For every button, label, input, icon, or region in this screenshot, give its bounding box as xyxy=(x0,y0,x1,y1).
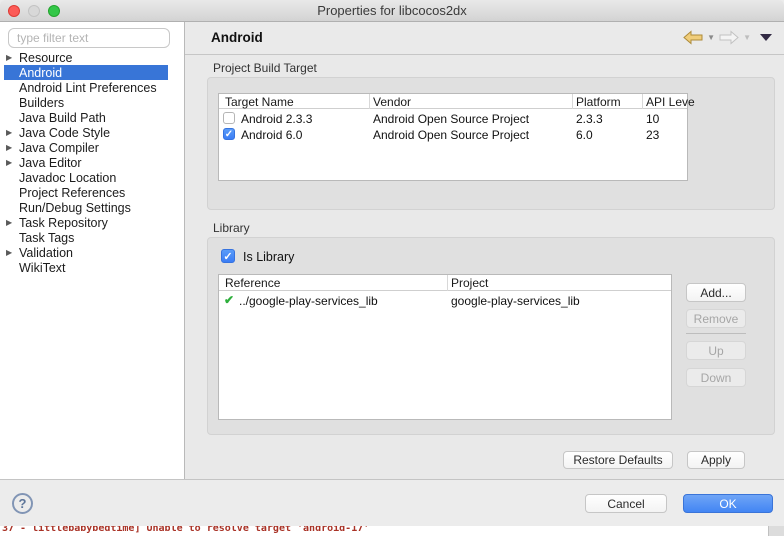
expand-arrow-icon[interactable]: ▶ xyxy=(6,128,19,137)
table-row[interactable]: ✔ ../google-play-services_lib google-pla… xyxy=(219,293,671,309)
col-vendor[interactable]: Vendor xyxy=(373,95,411,109)
sidebar-item-project-references[interactable]: Project References xyxy=(0,185,184,200)
table-row[interactable]: ✓ Android 6.0 Android Open Source Projec… xyxy=(219,127,687,143)
apply-button[interactable]: Apply xyxy=(687,451,745,469)
up-button: Up xyxy=(686,341,746,360)
expand-arrow-icon[interactable]: ▶ xyxy=(6,53,19,62)
expand-arrow-icon[interactable]: ▶ xyxy=(6,158,19,167)
col-platform[interactable]: Platform xyxy=(576,95,621,109)
col-reference[interactable]: Reference xyxy=(225,276,280,290)
sidebar-item-android-lint-preferences[interactable]: Android Lint Preferences xyxy=(0,80,184,95)
sidebar-item-builders[interactable]: Builders xyxy=(0,95,184,110)
ok-button[interactable]: OK xyxy=(683,494,773,513)
col-target-name[interactable]: Target Name xyxy=(225,95,294,109)
restore-defaults-button[interactable]: Restore Defaults xyxy=(563,451,673,469)
expand-arrow-icon[interactable]: ▶ xyxy=(6,248,19,257)
col-project[interactable]: Project xyxy=(451,276,488,290)
target-checkbox[interactable] xyxy=(223,112,235,124)
zoom-window-button[interactable] xyxy=(48,5,60,17)
build-target-group-label: Project Build Target xyxy=(213,61,317,75)
console-scrollbar[interactable] xyxy=(768,526,784,536)
forward-history-dropdown-icon: ▼ xyxy=(743,33,751,42)
sidebar-item-java-code-style[interactable]: ▶Java Code Style xyxy=(0,125,184,140)
view-menu-icon[interactable] xyxy=(760,34,772,41)
back-history-dropdown-icon[interactable]: ▼ xyxy=(707,33,715,42)
properties-sidebar: ▶Resource Android Android Lint Preferenc… xyxy=(0,22,184,479)
sidebar-item-java-build-path[interactable]: Java Build Path xyxy=(0,110,184,125)
target-checkbox[interactable]: ✓ xyxy=(223,128,235,140)
add-button[interactable]: Add... xyxy=(686,283,746,302)
sidebar-item-task-repository[interactable]: ▶Task Repository xyxy=(0,215,184,230)
properties-tree: ▶Resource Android Android Lint Preferenc… xyxy=(0,50,184,275)
page-title: Android xyxy=(211,30,263,45)
window-title: Properties for libcocos2dx xyxy=(317,3,467,18)
console-strip: 37 - littlebabybedtime] Unable to resolv… xyxy=(0,526,784,536)
button-separator xyxy=(686,333,746,334)
library-table: Reference Project ✔ ../google-play-servi… xyxy=(218,274,672,420)
sidebar-item-java-compiler[interactable]: ▶Java Compiler xyxy=(0,140,184,155)
console-error-text: 37 - littlebabybedtime] Unable to resolv… xyxy=(2,526,369,534)
close-window-button[interactable] xyxy=(8,5,20,17)
sidebar-item-java-editor[interactable]: ▶Java Editor xyxy=(0,155,184,170)
table-row[interactable]: Android 2.3.3 Android Open Source Projec… xyxy=(219,111,687,127)
minimize-window-button xyxy=(28,5,40,17)
build-target-table: Target Name Vendor Platform API Leve And… xyxy=(218,93,688,181)
col-api-level[interactable]: API Leve xyxy=(646,95,695,109)
traffic-lights xyxy=(8,5,60,17)
library-table-header: Reference Project xyxy=(219,275,671,291)
down-button: Down xyxy=(686,368,746,387)
is-library-label: Is Library xyxy=(243,250,294,264)
sidebar-item-android[interactable]: Android xyxy=(4,65,168,80)
resolved-check-icon: ✔ xyxy=(224,293,234,307)
sidebar-item-wikitext[interactable]: WikiText xyxy=(0,260,184,275)
expand-arrow-icon[interactable]: ▶ xyxy=(6,143,19,152)
help-button[interactable]: ? xyxy=(12,493,33,514)
title-bar: Properties for libcocos2dx xyxy=(0,0,784,22)
back-arrow-icon[interactable] xyxy=(682,30,704,45)
sidebar-item-run-debug-settings[interactable]: Run/Debug Settings xyxy=(0,200,184,215)
is-library-checkbox[interactable]: ✓ xyxy=(221,249,235,263)
build-target-table-header: Target Name Vendor Platform API Leve xyxy=(219,94,687,109)
filter-input[interactable] xyxy=(8,28,170,48)
sidebar-item-validation[interactable]: ▶Validation xyxy=(0,245,184,260)
dialog-button-bar: ? Cancel OK xyxy=(0,480,784,526)
android-properties-page: Project Build Target Target Name Vendor … xyxy=(185,55,784,480)
cancel-button[interactable]: Cancel xyxy=(585,494,667,513)
forward-arrow-icon xyxy=(718,30,740,45)
page-header: Android ▼ ▼ xyxy=(185,22,784,55)
sidebar-item-task-tags[interactable]: Task Tags xyxy=(0,230,184,245)
expand-arrow-icon[interactable]: ▶ xyxy=(6,218,19,227)
remove-button: Remove xyxy=(686,309,746,328)
sidebar-item-javadoc-location[interactable]: Javadoc Location xyxy=(0,170,184,185)
sidebar-item-resource[interactable]: ▶Resource xyxy=(0,50,184,65)
library-group-label: Library xyxy=(213,221,250,235)
properties-dialog: Properties for libcocos2dx ▶Resource And… xyxy=(0,0,784,536)
